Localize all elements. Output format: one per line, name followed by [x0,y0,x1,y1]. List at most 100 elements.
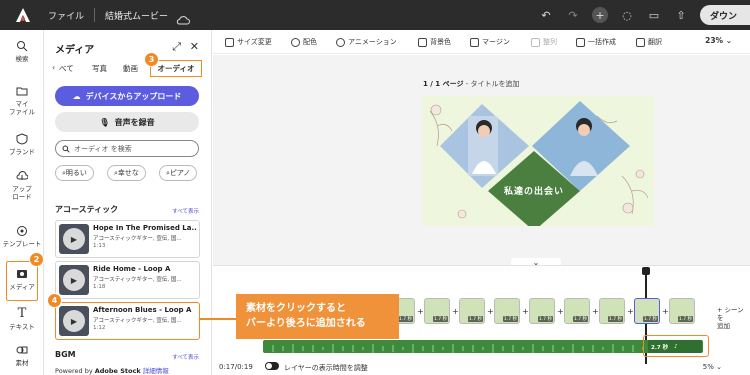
layer-duration-toggle[interactable] [265,362,279,370]
scene-clip[interactable]: 1.7 秒 [669,298,695,324]
translate-button[interactable]: 翻訳 [636,37,662,47]
translate-icon [636,37,645,47]
scene-clip-selected[interactable]: 1.7 秒 [634,298,660,324]
add-transition-icon[interactable]: + [522,307,529,316]
audio-search-input[interactable]: オーディオ を検索 [55,140,199,157]
tool-label: サイズ変更 [237,38,272,46]
play-icon[interactable]: ▶ [71,235,77,244]
align-button[interactable]: 整列 [531,37,557,47]
add-transition-icon[interactable]: + [662,307,669,316]
animation-button[interactable]: アニメーション [336,37,397,47]
page-number: 1 / 1 ページ [423,80,464,88]
tab-back-chevron-icon[interactable]: ‹ [52,63,55,72]
audio-track-item[interactable]: ▶ Ride Home - Loop A アコースティックギター, 宣伝, 国.… [55,261,200,299]
tab-photos[interactable]: 写真 [92,63,107,74]
add-transition-icon[interactable]: + [557,307,564,316]
nav-item-my-files[interactable]: マイ ファイル [0,85,44,116]
upload-icon [16,171,28,180]
play-icon[interactable]: ▶ [71,276,77,285]
nav-item-upload[interactable]: アップ ロード [0,170,44,201]
nav-item-text[interactable]: T テキスト [0,307,44,331]
timeline-zoom-dropdown[interactable]: 5% ⌄ [703,363,722,371]
canvas-area: 1 / 1 ページ - タイトルを追加 私達の出会い ⌄ [213,55,750,270]
undo-icon[interactable]: ↶ [538,7,554,23]
clip-duration: 1.7 秒 [572,316,588,322]
slide-title-text[interactable]: 私達の出会い [494,184,574,197]
audio-track-item[interactable]: ▶ Hope In The Promised La... アコースティックギター… [55,220,200,258]
scene-clip[interactable]: 1.7 秒 [529,298,555,324]
add-transition-icon[interactable]: + [487,307,494,316]
added-audio-clip[interactable]: 2.7 秒 ♪ [648,340,702,353]
background-color-button[interactable]: 背景色 [418,37,451,47]
resize-icon [225,37,234,47]
clip-duration: 1.7 秒 [642,316,658,322]
track-meta: アコースティックギター, 宣伝, 国... [93,277,182,283]
view-all-acoustic-link[interactable]: すべて表示 [172,207,199,215]
add-transition-icon[interactable]: + [452,307,459,316]
add-scene-button[interactable]: + シーンを 追加 [717,306,750,330]
audio-track-bar[interactable] [263,340,703,353]
scene-clip[interactable]: 1.7 秒 [599,298,625,324]
expand-icon[interactable]: ⤢ [172,40,181,54]
adobe-express-logo-icon[interactable] [14,6,32,24]
tab-all[interactable]: べて [59,63,74,74]
chip-piano[interactable]: ⌕ ピアノ [159,165,198,181]
zoom-dropdown[interactable]: 23% ⌄ [705,36,732,45]
share-icon[interactable]: ⇧ [673,7,689,23]
slide-page[interactable]: 私達の出会い [422,96,654,226]
palette-icon [291,37,300,47]
media-tabs: ‹ べて 写真 動画 オーディオ [52,60,207,78]
bulb-icon[interactable]: ◌ [619,7,635,23]
scene-clip[interactable]: 1.7 秒 [459,298,485,324]
elements-icon [16,346,28,354]
color-scheme-button[interactable]: 配色 [291,37,317,47]
view-all-bgm-link[interactable]: すべて表示 [172,353,199,361]
tab-videos[interactable]: 動画 [123,63,138,74]
nav-item-elements[interactable]: 素材 [0,344,44,367]
track-title: Afternoon Blues - Loop A [93,306,192,314]
bulk-create-button[interactable]: 一括作成 [576,37,616,47]
close-icon[interactable]: ✕ [190,40,199,53]
file-menu[interactable]: ファイル [48,9,84,22]
play-icon[interactable]: ▶ [71,317,77,326]
section-acoustic-title: アコースティック [55,205,119,214]
nav-item-templates[interactable]: テンプレート [0,225,44,248]
scene-clip[interactable]: 1.7 秒 [494,298,520,324]
nav-item-media[interactable]: メディア [0,268,44,291]
page-label[interactable]: 1 / 1 ページ - タイトルを追加 [423,79,519,89]
chip-bright[interactable]: ⌕ 明るい [55,165,94,181]
project-title[interactable]: 結婚式ムービー [105,9,168,22]
tool-label: 一括作成 [588,38,616,46]
nav-item-brand[interactable]: ブランド [0,133,44,156]
scene-clip[interactable]: 1.7 秒 [424,298,450,324]
add-transition-icon[interactable]: + [417,307,424,316]
animation-icon [336,37,345,47]
download-button[interactable]: ダウン [700,5,750,25]
track-duration: 1:13 [93,243,106,249]
audio-track-item-selected[interactable]: ▶ Afternoon Blues - Loop A アコースティックギター, … [55,302,200,340]
clip-duration: 1.7 秒 [607,316,623,322]
add-user-icon[interactable]: + [592,7,608,23]
align-icon [531,37,540,47]
nav-item-search[interactable]: 検索 [0,40,44,63]
resize-button[interactable]: サイズ変更 [225,37,272,47]
left-navigation: 検索 マイ ファイル ブランド アップ ロード テンプレート メディア T テキ… [0,30,44,375]
clip-duration: 1.7 秒 [432,316,448,322]
margin-button[interactable]: マージン [470,37,510,47]
tool-label: 整列 [543,38,557,46]
divider [94,8,96,22]
microphone-icon: 🎙 [99,117,110,127]
learn-more-link[interactable]: 詳細情報 [143,367,169,375]
clip-duration: 1.7 秒 [502,316,518,322]
redo-icon[interactable]: ↷ [565,7,581,23]
scene-clip[interactable]: 1.7 秒 [564,298,590,324]
search-icon [62,145,70,153]
step-badge-4: 4 [47,293,62,308]
add-transition-icon[interactable]: + [592,307,599,316]
upload-from-device-button[interactable]: ☁ デバイスからアップロード [55,86,199,106]
chip-happy[interactable]: ⌕ 幸せな [107,165,146,181]
record-audio-button[interactable]: 🎙 音声を録音 [55,112,199,132]
comment-icon[interactable]: ▭ [646,7,662,23]
add-transition-icon[interactable]: + [627,307,634,316]
upload-button-label: デバイスからアップロード [85,91,182,101]
